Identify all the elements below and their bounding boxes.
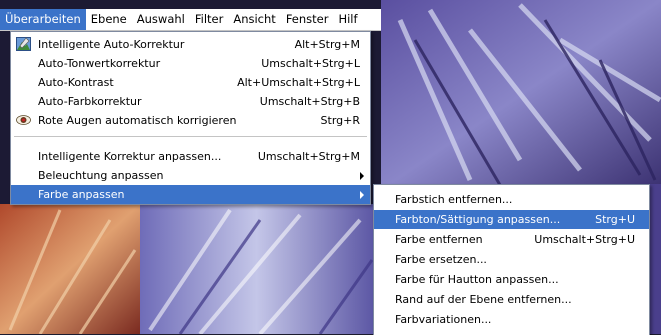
menu-item-shortcut: Strg+R [320,114,360,127]
red-eye-icon [16,115,31,125]
menu-fenster[interactable]: Fenster [281,9,334,30]
menu-bar: Überarbeiten Ebene Auswahl Filter Ansich… [0,9,381,31]
menu-ueberarbeiten[interactable]: Überarbeiten [0,9,86,30]
menu-item-auto-tonwertkorrektur[interactable]: Auto-Tonwertkorrektur Umschalt+Strg+L [11,54,370,73]
menu-item-label: Auto-Tonwertkorrektur [38,57,161,70]
submenu-item-farbton-saettigung[interactable]: Farbton/Sättigung anpassen... Strg+U [374,210,649,229]
menu-item-shortcut: Alt+Strg+M [294,38,360,51]
submenu-arrow-icon [360,172,364,180]
auto-correct-icon [16,37,31,51]
menu-item-label: Auto-Farbkorrektur [38,95,142,108]
menu-item-auto-farbkorrektur[interactable]: Auto-Farbkorrektur Umschalt+Strg+B [11,92,370,111]
submenu-farbe-anpassen: Farbstich entfernen... Farbton/Sättigung… [373,184,650,335]
menu-separator [14,136,367,137]
menu-item-rote-augen[interactable]: Rote Augen automatisch korrigieren Strg+… [11,111,370,130]
menu-item-label: Intelligente Korrektur anpassen... [38,150,222,163]
menu-auswahl[interactable]: Auswahl [132,9,190,30]
menu-item-label: Intelligente Auto-Korrektur [38,38,185,51]
menu-item-shortcut: Alt+Umschalt+Strg+L [237,76,360,89]
menu-item-label: Farbe anpassen [38,188,125,201]
submenu-item-farbe-entfernen[interactable]: Farbe entfernen Umschalt+Strg+U [374,230,649,249]
menu-item-shortcut: Umschalt+Strg+U [534,233,635,246]
submenu-item-rand-entfernen[interactable]: Rand auf der Ebene entfernen... [374,290,649,309]
dropdown-menu-ueberarbeiten: Intelligente Auto-Korrektur Alt+Strg+M A… [10,31,371,205]
menu-item-auto-kontrast[interactable]: Auto-Kontrast Alt+Umschalt+Strg+L [11,73,370,92]
menu-filter[interactable]: Filter [190,9,228,30]
menu-item-label: Farbe für Hautton anpassen... [395,273,559,286]
menu-item-label: Rote Augen automatisch korrigieren [38,114,237,127]
submenu-arrow-icon [360,191,364,199]
menu-item-label: Farbe entfernen [395,233,483,246]
menu-item-label: Rand auf der Ebene entfernen... [395,293,572,306]
menu-item-label: Auto-Kontrast [38,76,114,89]
menu-hilfe[interactable]: Hilf [333,9,362,30]
menu-item-intelligente-auto-korrektur[interactable]: Intelligente Auto-Korrektur Alt+Strg+M [11,35,370,54]
menu-ebene[interactable]: Ebene [86,9,132,30]
menu-item-label: Farbe ersetzen... [395,253,487,266]
menu-item-farbe-anpassen[interactable]: Farbe anpassen [11,185,370,204]
menu-item-label: Farbvariationen... [395,313,492,326]
menu-item-label: Beleuchtung anpassen [38,169,164,182]
menu-ansicht[interactable]: Ansicht [228,9,280,30]
menu-item-label: Farbstich entfernen... [395,193,513,206]
submenu-item-farbstich-entfernen[interactable]: Farbstich entfernen... [374,190,649,209]
menu-item-shortcut: Strg+U [595,213,635,226]
menu-item-shortcut: Umschalt+Strg+M [257,150,360,163]
submenu-item-farbe-ersetzen[interactable]: Farbe ersetzen... [374,250,649,269]
menu-item-label: Farbton/Sättigung anpassen... [395,213,561,226]
menu-item-intelligente-korrektur-anpassen[interactable]: Intelligente Korrektur anpassen... Umsch… [11,147,370,166]
menu-item-beleuchtung-anpassen[interactable]: Beleuchtung anpassen [11,166,370,185]
menu-item-shortcut: Umschalt+Strg+B [259,95,360,108]
submenu-item-farbvariationen[interactable]: Farbvariationen... [374,310,649,329]
menu-item-shortcut: Umschalt+Strg+L [261,57,360,70]
submenu-item-farbe-fuer-hautton[interactable]: Farbe für Hautton anpassen... [374,270,649,289]
